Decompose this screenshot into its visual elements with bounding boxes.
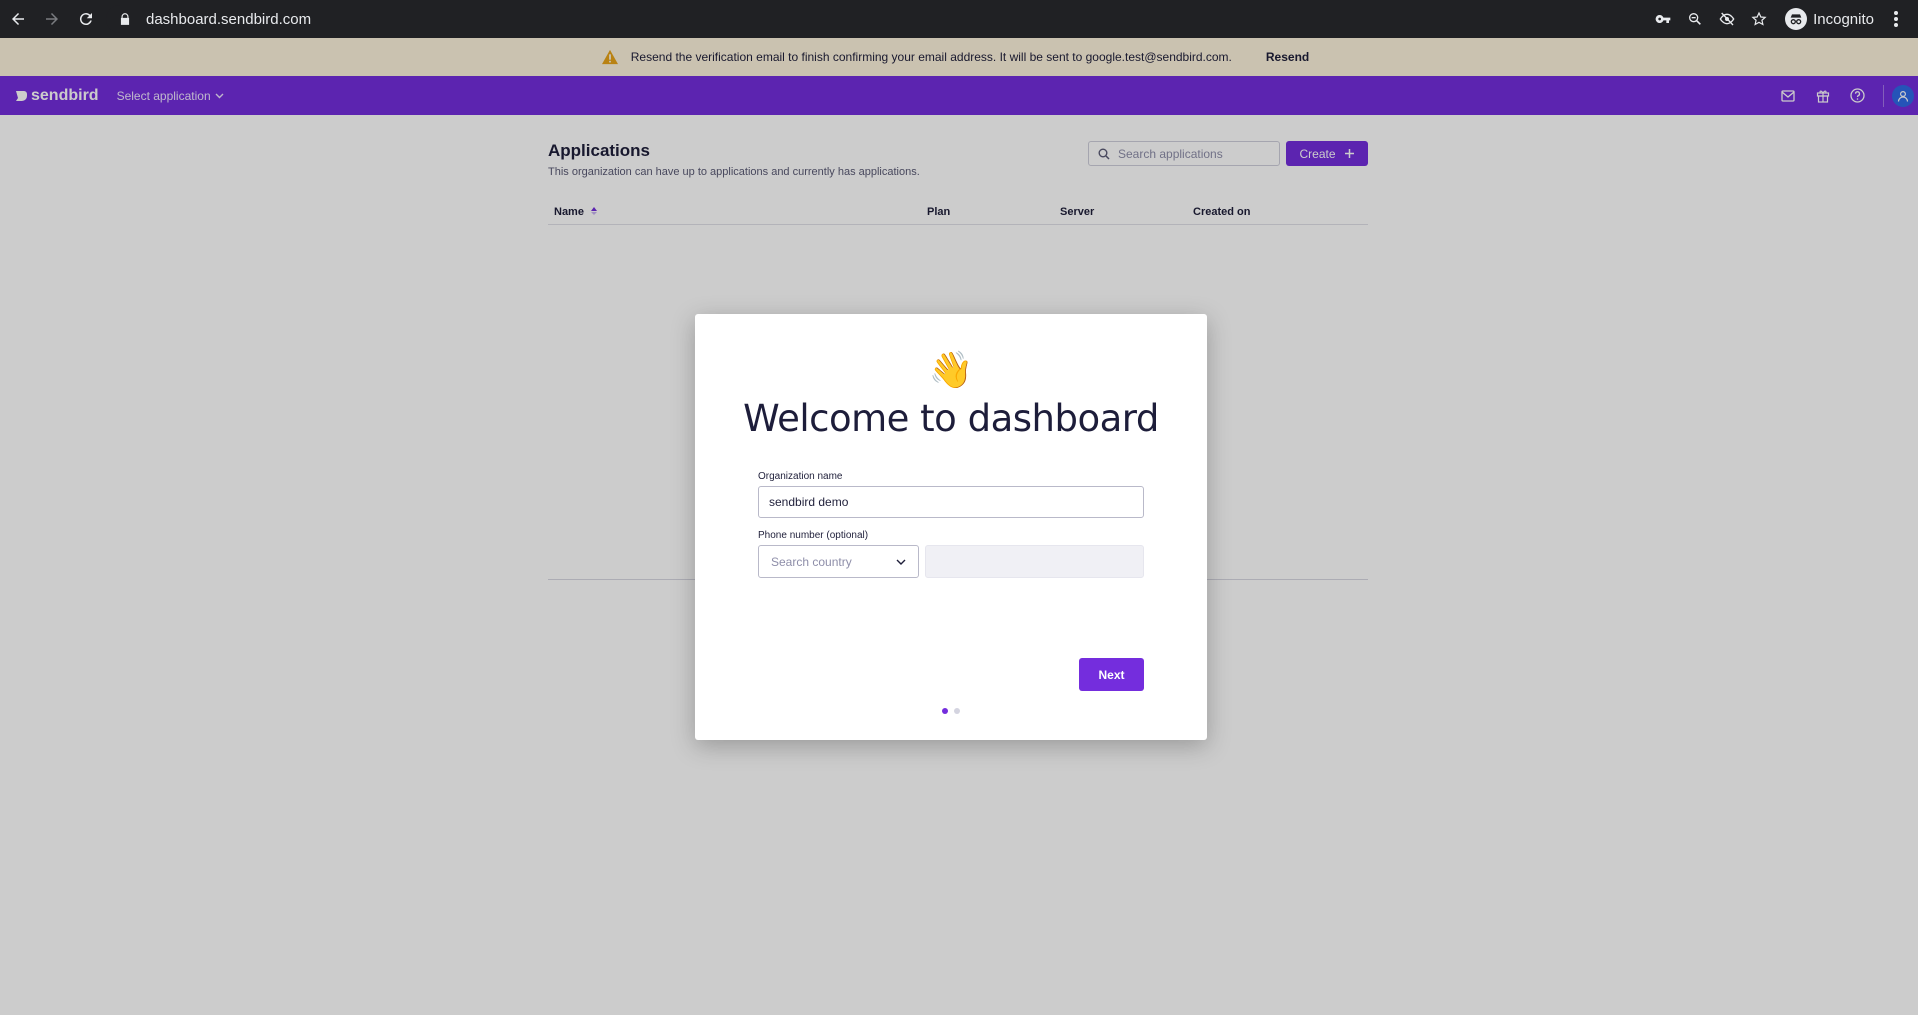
zoom-icon[interactable] [1685, 9, 1705, 29]
next-button[interactable]: Next [1079, 658, 1144, 691]
url-text: dashboard.sendbird.com [146, 10, 312, 28]
modal-title: Welcome to dashboard [743, 397, 1159, 440]
waving-hand-icon: 👋 [928, 349, 974, 390]
back-button[interactable] [2, 3, 34, 35]
eye-off-icon[interactable] [1717, 9, 1737, 29]
chevron-down-icon [896, 559, 906, 565]
step-dot-active[interactable] [942, 708, 948, 714]
forward-arrow-icon [46, 13, 58, 25]
step-indicator [695, 708, 1207, 714]
reload-icon [79, 13, 92, 26]
welcome-modal: 👋 Welcome to dashboard Organization name… [695, 314, 1207, 740]
organization-name-label: Organization name [758, 471, 843, 482]
reload-button[interactable] [70, 3, 102, 35]
lock-icon [120, 13, 130, 25]
key-icon[interactable] [1653, 9, 1673, 29]
forward-button[interactable] [36, 3, 68, 35]
country-select-placeholder: Search country [771, 554, 852, 569]
browser-actions: Incognito [1653, 0, 1918, 38]
phone-number-label: Phone number (optional) [758, 530, 869, 541]
address-bar[interactable]: dashboard.sendbird.com [106, 5, 1766, 33]
phone-number-input[interactable] [925, 545, 1144, 578]
country-select[interactable]: Search country [758, 545, 919, 578]
organization-name-input[interactable] [758, 486, 1144, 518]
back-arrow-icon [12, 13, 24, 25]
browser-toolbar: dashboard.sendbird.com Incognito [0, 0, 1918, 38]
profile-label: Incognito [1813, 10, 1874, 28]
step-dot[interactable] [954, 708, 960, 714]
incognito-icon [1785, 8, 1808, 30]
profile-button[interactable]: Incognito [1785, 8, 1874, 30]
menu-dots-icon[interactable] [1886, 9, 1906, 29]
star-icon[interactable] [1749, 9, 1769, 29]
